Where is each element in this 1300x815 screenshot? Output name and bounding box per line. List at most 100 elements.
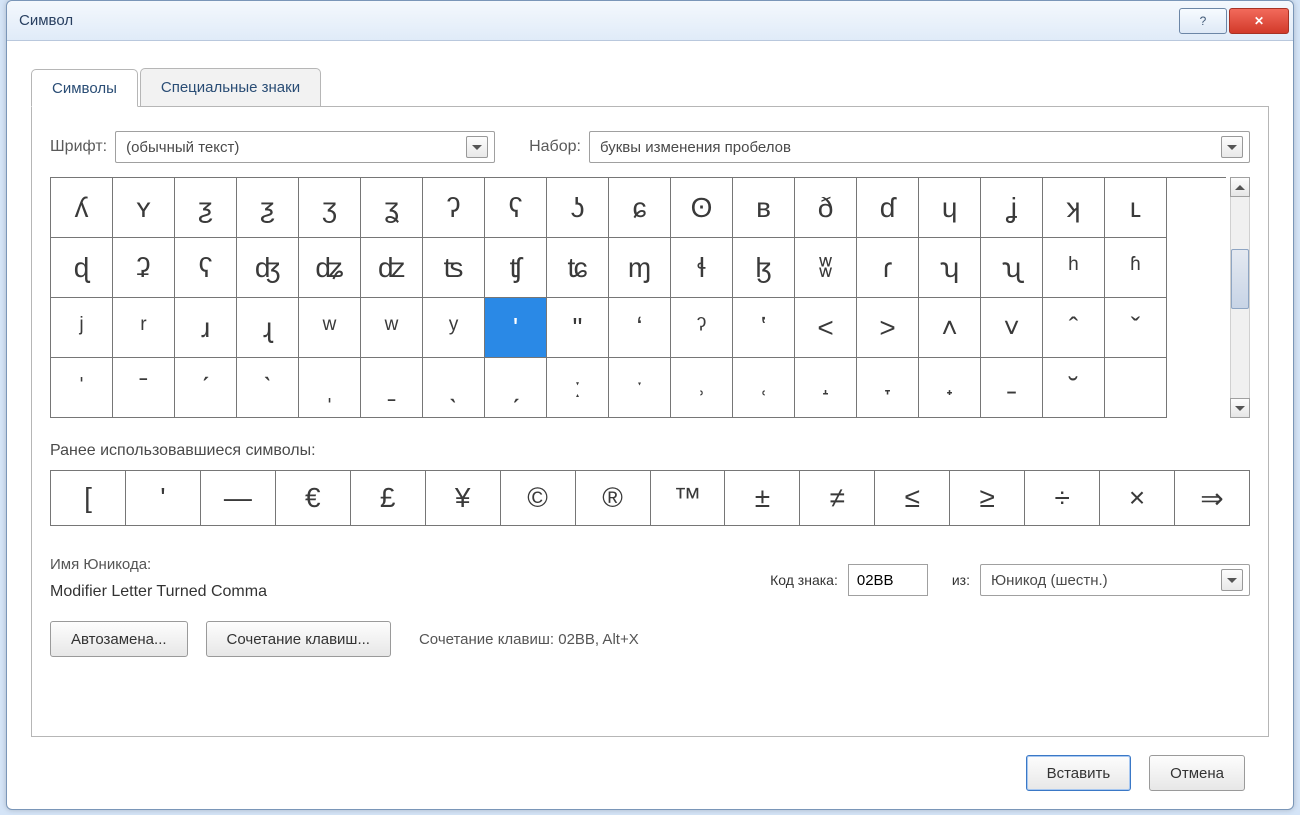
symbol-cell[interactable]: ɗ	[857, 178, 919, 238]
symbol-cell[interactable]: ʸ	[423, 298, 485, 358]
symbol-cell[interactable]: ʮ	[919, 238, 981, 298]
symbol-cell[interactable]: ʽ	[733, 298, 795, 358]
symbol-cell[interactable]: ƺ	[237, 178, 299, 238]
symbol-cell[interactable]: ˇ	[1105, 298, 1167, 358]
symbol-cell[interactable]: ˗	[981, 358, 1043, 418]
symbol-cell[interactable]: ˔	[795, 358, 857, 418]
tab-special-chars[interactable]: Специальные знаки	[140, 68, 321, 106]
recent-symbol-cell[interactable]: ≥	[950, 471, 1025, 526]
symbol-cell[interactable]: ɕ	[609, 178, 671, 238]
symbol-cell[interactable]: ʔ	[423, 178, 485, 238]
recent-symbol-cell[interactable]: ≤	[875, 471, 950, 526]
symbol-cell[interactable]: ˊ	[175, 358, 237, 418]
scroll-thumb[interactable]	[1231, 249, 1249, 309]
symbol-cell[interactable]: ʱ	[1105, 238, 1167, 298]
symbol-cell[interactable]: ˏ	[485, 358, 547, 418]
symbol-cell[interactable]: ʷ	[361, 298, 423, 358]
close-button[interactable]: ✕	[1229, 8, 1289, 34]
symbol-cell[interactable]: ʟ	[1105, 178, 1167, 238]
symbol-cell[interactable]: ˅	[981, 298, 1043, 358]
symbol-cell[interactable]: ʰ	[1043, 238, 1105, 298]
recent-symbol-cell[interactable]: ±	[725, 471, 800, 526]
symbol-cell[interactable]: ʞ	[1043, 178, 1105, 238]
symbol-cell[interactable]: ˉ	[113, 358, 175, 418]
code-input[interactable]	[848, 564, 928, 596]
symbol-cell[interactable]: ɬ	[671, 238, 733, 298]
recent-symbol-cell[interactable]: ™	[651, 471, 726, 526]
recent-symbol-cell[interactable]: ©	[501, 471, 576, 526]
font-combo[interactable]: (обычный текст)	[115, 131, 495, 163]
recent-symbol-cell[interactable]: [	[51, 471, 126, 526]
symbol-cell[interactable]: ʧ	[485, 238, 547, 298]
symbol-cell[interactable]: ʷ	[299, 298, 361, 358]
symbol-cell[interactable]: ʕ	[175, 238, 237, 298]
symbol-cell[interactable]: ɥ	[919, 178, 981, 238]
symbol-cell[interactable]: ʣ	[361, 238, 423, 298]
symbol-cell[interactable]: ˋ	[237, 358, 299, 418]
tab-symbols[interactable]: Символы	[31, 69, 138, 107]
symbol-cell[interactable]: ʦ	[423, 238, 485, 298]
from-combo[interactable]: Юникод (шестн.)	[980, 564, 1250, 596]
symbol-cell[interactable]: ʎ	[51, 178, 113, 238]
symbol-cell[interactable]: ð	[795, 178, 857, 238]
symbol-cell[interactable]: ʘ	[671, 178, 733, 238]
symbol-cell[interactable]: ʒ	[299, 178, 361, 238]
recent-symbol-cell[interactable]: ≠	[800, 471, 875, 526]
symbol-cell[interactable]: ʏ	[113, 178, 175, 238]
symbol-cell[interactable]: ˃	[857, 298, 919, 358]
symbol-cell[interactable]: ɖ	[51, 238, 113, 298]
symbol-cell[interactable]: ʲ	[51, 298, 113, 358]
symbol-cell[interactable]: ɮ	[733, 238, 795, 298]
symbol-cell[interactable]: ƺ	[175, 178, 237, 238]
symbol-cell[interactable]: ɾ	[857, 238, 919, 298]
scroll-track[interactable]	[1230, 197, 1250, 398]
symbol-cell[interactable]: ʬ	[795, 238, 857, 298]
symbol-cell[interactable]: ʕ	[485, 178, 547, 238]
recent-symbol-cell[interactable]: ®	[576, 471, 651, 526]
symbol-cell[interactable]: ˌ	[299, 358, 361, 418]
symbol-cell[interactable]: ʓ	[361, 178, 423, 238]
symbol-cell[interactable]: ˓	[733, 358, 795, 418]
symbol-cell[interactable]: ʻ	[609, 298, 671, 358]
recent-symbol-cell[interactable]: ⇒	[1175, 471, 1250, 526]
symbol-cell[interactable]: ˀ	[671, 298, 733, 358]
symbol-cell[interactable]: ʖ	[547, 178, 609, 238]
subset-combo[interactable]: буквы изменения пробелов	[589, 131, 1250, 163]
symbol-cell[interactable]: ˑ	[609, 358, 671, 418]
symbol-cell[interactable]: ˈ	[51, 358, 113, 418]
scrollbar[interactable]	[1230, 177, 1250, 418]
recent-symbol-cell[interactable]: ¥	[426, 471, 501, 526]
recent-symbol-cell[interactable]: —	[201, 471, 276, 526]
recent-symbol-cell[interactable]: '	[126, 471, 201, 526]
insert-button[interactable]: Вставить	[1026, 755, 1132, 791]
symbol-cell[interactable]: ˆ	[1043, 298, 1105, 358]
symbol-cell[interactable]: ʺ	[547, 298, 609, 358]
symbol-cell[interactable]: ʳ	[113, 298, 175, 358]
symbol-cell[interactable]: ʥ	[299, 238, 361, 298]
recent-symbol-cell[interactable]: £	[351, 471, 426, 526]
recent-symbol-cell[interactable]: ×	[1100, 471, 1175, 526]
recent-symbol-cell[interactable]: ÷	[1025, 471, 1100, 526]
scroll-up-button[interactable]	[1230, 177, 1250, 197]
symbol-cell[interactable]: ʨ	[547, 238, 609, 298]
symbol-cell[interactable]	[1105, 358, 1167, 418]
symbol-cell[interactable]: ˂	[795, 298, 857, 358]
symbol-cell[interactable]: ˍ	[361, 358, 423, 418]
symbol-cell[interactable]: ˘	[1043, 358, 1105, 418]
symbol-cell[interactable]: ɹ	[175, 298, 237, 358]
symbol-cell[interactable]: ʹ	[485, 298, 547, 358]
symbol-cell[interactable]: ˎ	[423, 358, 485, 418]
symbol-cell[interactable]: ˕	[857, 358, 919, 418]
symbol-cell[interactable]: ˒	[671, 358, 733, 418]
symbol-cell[interactable]: ˖	[919, 358, 981, 418]
symbol-cell[interactable]: ʤ	[237, 238, 299, 298]
recent-symbol-cell[interactable]: €	[276, 471, 351, 526]
cancel-button[interactable]: Отмена	[1149, 755, 1245, 791]
scroll-down-button[interactable]	[1230, 398, 1250, 418]
symbol-cell[interactable]: ˄	[919, 298, 981, 358]
autocorrect-button[interactable]: Автозамена...	[50, 621, 188, 657]
symbol-cell[interactable]: ʯ	[981, 238, 1043, 298]
symbol-cell[interactable]: ɱ	[609, 238, 671, 298]
symbol-cell[interactable]: ɻ	[237, 298, 299, 358]
symbol-cell[interactable]: ʙ	[733, 178, 795, 238]
